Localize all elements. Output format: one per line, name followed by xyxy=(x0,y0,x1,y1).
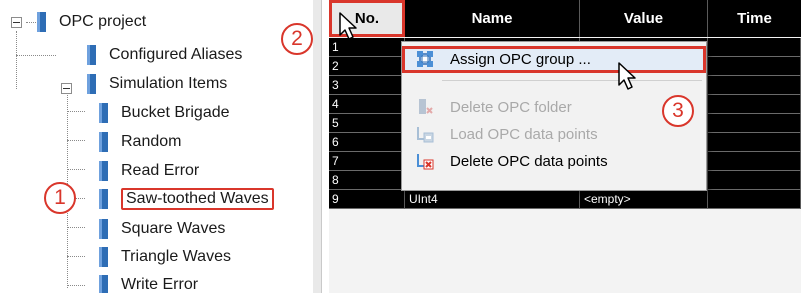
column-header-time[interactable]: Time xyxy=(708,0,801,37)
cell-value: <empty> xyxy=(580,190,708,209)
tree-item-label: Read Error xyxy=(121,162,200,179)
folder-icon xyxy=(98,275,109,293)
folder-icon xyxy=(86,74,97,94)
mouse-cursor-icon xyxy=(618,62,636,90)
cell-no: 4 xyxy=(329,95,405,114)
delete-data-points-icon xyxy=(416,152,434,170)
tree-item-label: Bucket Brigade xyxy=(121,104,230,121)
folder-icon xyxy=(86,45,97,65)
tree-item-label: Write Error xyxy=(121,276,199,293)
folder-icon xyxy=(98,103,109,123)
callout-badge-2: 2 xyxy=(281,23,313,55)
tree-guide-line xyxy=(16,55,56,56)
tree-guide-line xyxy=(67,256,85,257)
cell-no: 3 xyxy=(329,76,405,95)
context-menu: Assign OPC group ... Delete OPC folder L… xyxy=(401,41,707,191)
cell-no: 6 xyxy=(329,133,405,152)
cell-no: 9 xyxy=(329,190,405,209)
tree-item-square-waves[interactable]: Square Waves xyxy=(98,217,225,241)
menu-item-label: Load OPC data points xyxy=(450,126,598,143)
pane-splitter[interactable] xyxy=(313,0,322,293)
cell-time xyxy=(708,152,801,171)
cell-time xyxy=(708,114,801,133)
callout-badge-3: 3 xyxy=(662,95,694,127)
cell-time xyxy=(708,57,801,76)
collapse-toggle-simulation-items[interactable] xyxy=(61,83,72,94)
tree-item-read-error[interactable]: Read Error xyxy=(98,159,199,183)
cell-time xyxy=(708,95,801,114)
menu-item-delete-opc-folder[interactable]: Delete OPC folder xyxy=(402,94,706,121)
menu-item-delete-opc-data-points[interactable]: Delete OPC data points xyxy=(402,148,706,175)
cell-name: UInt4 xyxy=(405,190,580,209)
folder-icon xyxy=(98,219,109,239)
cell-time xyxy=(708,38,801,57)
tree-guide-line xyxy=(67,169,85,170)
menu-item-label: Assign OPC group ... xyxy=(450,51,591,68)
cell-no: 8 xyxy=(329,171,405,190)
menu-item-label: Delete OPC data points xyxy=(450,153,608,170)
table-row[interactable]: 9 UInt4 <empty> xyxy=(329,190,801,209)
tree-guide-line xyxy=(67,227,85,228)
column-header-value[interactable]: Value xyxy=(580,0,708,37)
cell-no: 2 xyxy=(329,57,405,76)
tree-guide-line xyxy=(67,140,85,141)
folder-icon xyxy=(36,12,47,32)
menu-item-assign-opc-group[interactable]: Assign OPC group ... xyxy=(402,46,706,73)
folder-icon xyxy=(98,189,109,209)
tree-item-label: Square Waves xyxy=(121,220,226,237)
folder-icon xyxy=(98,132,109,152)
menu-item-label: Delete OPC folder xyxy=(450,99,572,116)
tree-item-label: Configured Aliases xyxy=(109,46,243,63)
cell-time xyxy=(708,133,801,152)
tree-item-label: Random xyxy=(121,133,182,150)
cell-time xyxy=(708,171,801,190)
tree-item-label: Triangle Waves xyxy=(121,248,231,265)
cell-no: 7 xyxy=(329,152,405,171)
assign-group-icon xyxy=(416,50,434,68)
tree-item-bucket-brigade[interactable]: Bucket Brigade xyxy=(98,101,230,125)
tree-item-write-error[interactable]: Write Error xyxy=(98,273,198,293)
folder-icon xyxy=(98,247,109,267)
tree-guide-line xyxy=(26,22,36,23)
menu-separator xyxy=(442,80,702,81)
menu-item-load-opc-data-points[interactable]: Load OPC data points xyxy=(402,121,706,148)
callout-badge-1: 1 xyxy=(44,182,76,214)
tree-item-saw-toothed-waves[interactable]: Saw-toothed Waves xyxy=(98,187,274,211)
tree-guide-line xyxy=(16,31,17,89)
collapse-toggle-root[interactable] xyxy=(11,17,22,28)
cell-time xyxy=(708,190,801,209)
cell-time xyxy=(708,76,801,95)
tree-item-label: OPC project xyxy=(59,13,147,30)
delete-folder-icon xyxy=(416,98,434,116)
cell-no: 5 xyxy=(329,114,405,133)
folder-icon xyxy=(98,161,109,181)
opc-tree-view: OPC project Configured Aliases Simulatio… xyxy=(0,0,312,293)
mouse-cursor-icon xyxy=(339,12,357,40)
tree-guide-line xyxy=(67,111,85,112)
grid-header: No. Name Value Time xyxy=(329,0,801,37)
tree-item-opc-project[interactable]: OPC project xyxy=(36,10,146,34)
load-data-points-icon xyxy=(416,125,434,143)
tree-item-label: Simulation Items xyxy=(109,75,228,92)
tree-guide-line xyxy=(67,285,85,286)
column-header-name[interactable]: Name xyxy=(405,0,580,37)
tree-item-configured-aliases[interactable]: Configured Aliases xyxy=(86,43,242,67)
tree-item-simulation-items[interactable]: Simulation Items xyxy=(86,72,227,96)
tree-item-triangle-waves[interactable]: Triangle Waves xyxy=(98,245,231,269)
tree-item-label-selected: Saw-toothed Waves xyxy=(121,188,274,210)
tree-item-random[interactable]: Random xyxy=(98,130,181,154)
